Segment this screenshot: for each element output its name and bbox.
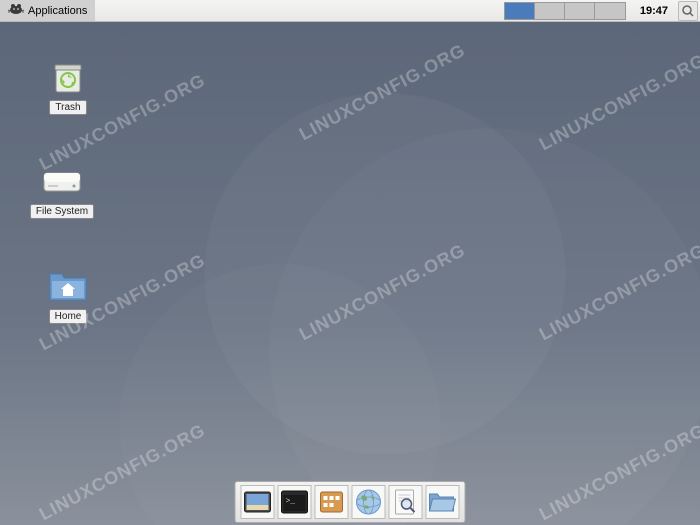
clock[interactable]: 19:47 <box>632 5 676 17</box>
workspace-4[interactable] <box>595 3 625 19</box>
trash-label: Trash <box>49 100 86 115</box>
workspace-switcher[interactable] <box>504 2 626 20</box>
home-label: Home <box>49 309 88 324</box>
file-manager-icon <box>319 489 345 515</box>
filesystem-label: File System <box>30 204 94 219</box>
trash-icon <box>48 58 88 98</box>
watermark: LINUXCONFIG.ORG <box>536 240 700 345</box>
bottom-dock: >_ <box>235 481 466 523</box>
home-folder-icon <box>48 267 88 307</box>
watermark: LINUXCONFIG.ORG <box>536 50 700 155</box>
desktop-icon-filesystem[interactable]: File System <box>22 162 102 219</box>
folder-open-icon <box>428 490 458 514</box>
xfce-logo-icon <box>8 1 24 20</box>
dock-terminal[interactable]: >_ <box>278 485 312 519</box>
applications-menu[interactable]: Applications <box>0 0 95 21</box>
workspace-2[interactable] <box>535 3 565 19</box>
drive-icon <box>42 162 82 202</box>
watermark: LINUXCONFIG.ORG <box>296 240 469 345</box>
applications-label: Applications <box>28 5 87 17</box>
watermark: LINUXCONFIG.ORG <box>536 420 700 525</box>
magnifier-doc-icon <box>394 488 418 516</box>
svg-text:>_: >_ <box>286 497 296 506</box>
watermark: LINUXCONFIG.ORG <box>36 420 209 525</box>
dock-file-manager[interactable] <box>315 485 349 519</box>
workspace-3[interactable] <box>565 3 595 19</box>
watermark: LINUXCONFIG.ORG <box>296 40 469 145</box>
dock-web-browser[interactable] <box>352 485 386 519</box>
dock-directory[interactable] <box>426 485 460 519</box>
workspace-1[interactable] <box>505 3 535 19</box>
globe-icon <box>355 488 383 516</box>
search-tray-icon[interactable] <box>678 1 698 21</box>
desktop-icon-home[interactable]: Home <box>28 267 108 324</box>
dock-app-finder[interactable] <box>389 485 423 519</box>
terminal-icon: >_ <box>281 490 309 514</box>
desktop-icon-trash[interactable]: Trash <box>28 58 108 115</box>
desktop[interactable]: Trash File System Home LINUXCONFIG.ORG L… <box>0 22 700 525</box>
dock-show-desktop[interactable] <box>241 485 275 519</box>
show-desktop-icon <box>244 491 272 513</box>
top-panel: Applications 19:47 <box>0 0 700 22</box>
